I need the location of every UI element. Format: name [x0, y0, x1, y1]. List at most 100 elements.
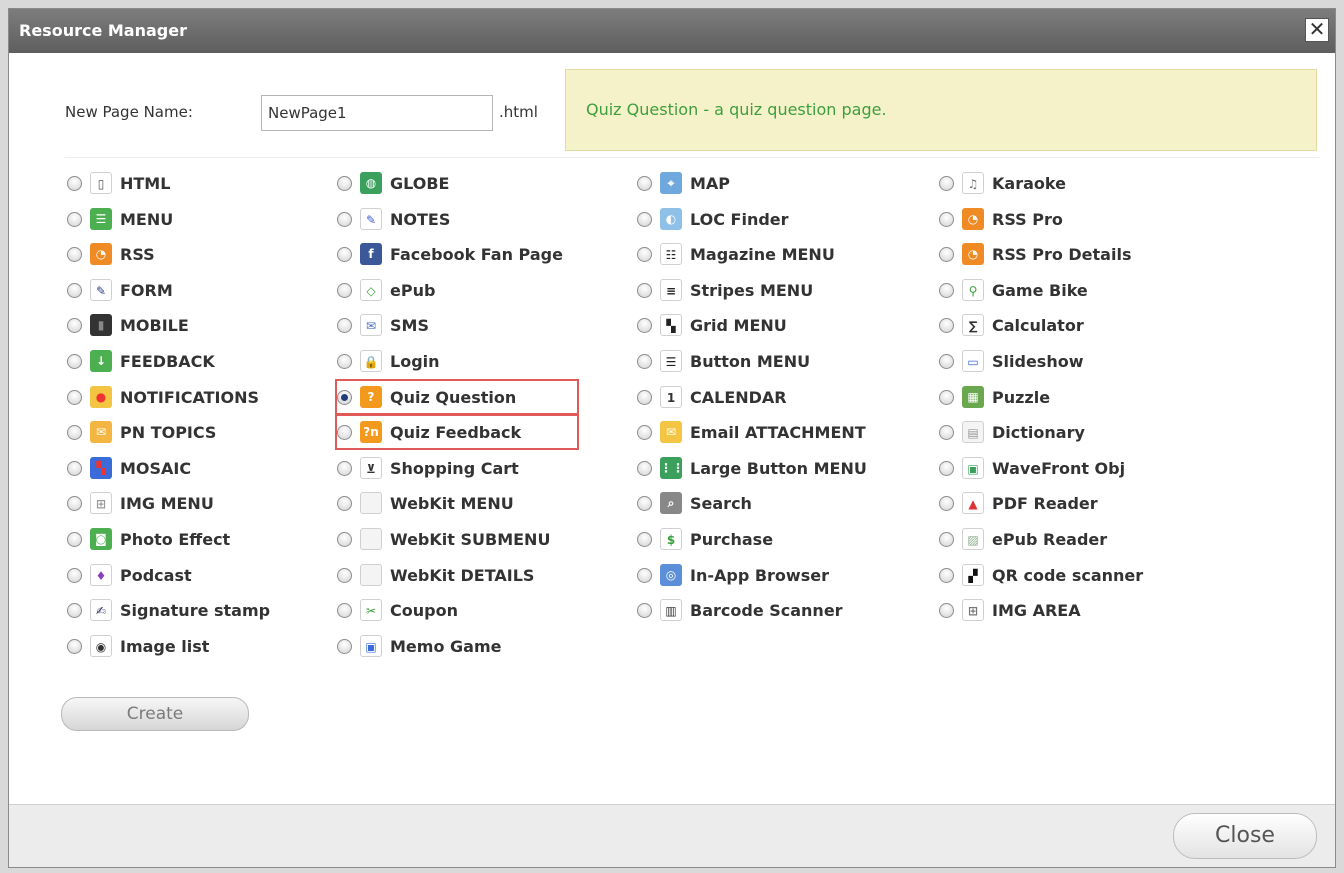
radio-button[interactable] [67, 638, 82, 654]
radio-button[interactable] [939, 317, 954, 333]
page-type-option[interactable]: ✉ Email ATTACHMENT [637, 416, 927, 448]
page-type-option[interactable]: ⌖ MAP [637, 167, 927, 199]
page-type-option[interactable]: WebKit DETAILS [337, 559, 627, 591]
radio-button[interactable] [939, 424, 954, 440]
page-type-option[interactable]: ≡ Stripes MENU [637, 274, 927, 306]
page-type-option[interactable]: ▥ Barcode Scanner [637, 594, 927, 626]
page-type-option[interactable]: ☷ Magazine MENU [637, 238, 927, 270]
page-type-option[interactable]: ◍ GLOBE [337, 167, 627, 199]
radio-button[interactable] [637, 602, 652, 618]
create-button[interactable]: Create [61, 697, 249, 731]
radio-button[interactable] [67, 246, 82, 262]
radio-button[interactable] [637, 317, 652, 333]
page-type-option[interactable]: ✉ PN TOPICS [67, 416, 357, 448]
page-type-option[interactable]: ♦ Podcast [67, 559, 357, 591]
page-type-option[interactable]: ▲ PDF Reader [939, 487, 1229, 519]
radio-button[interactable] [337, 567, 352, 583]
radio-button[interactable] [637, 175, 652, 191]
page-type-option[interactable]: $ Purchase [637, 523, 927, 555]
page-type-option[interactable]: ▚ MOSAIC [67, 452, 357, 484]
page-type-option[interactable]: ◙ Photo Effect [67, 523, 357, 555]
radio-button[interactable] [939, 602, 954, 618]
radio-button[interactable] [67, 282, 82, 298]
page-type-option[interactable]: ▯ HTML [67, 167, 357, 199]
page-type-option[interactable]: ◔ RSS [67, 238, 357, 270]
radio-button[interactable] [939, 282, 954, 298]
page-type-option[interactable]: ◔ RSS Pro Details [939, 238, 1229, 270]
radio-button[interactable] [67, 424, 82, 440]
page-type-option[interactable]: ◐ LOC Finder [637, 203, 927, 235]
radio-button[interactable] [337, 246, 352, 262]
page-type-option[interactable]: ⊞ IMG MENU [67, 487, 357, 519]
page-type-option[interactable]: ✂ Coupon [337, 594, 627, 626]
radio-button[interactable] [637, 353, 652, 369]
radio-button[interactable] [939, 531, 954, 547]
page-type-option[interactable]: ⊻ Shopping Cart [337, 452, 627, 484]
page-type-option[interactable]: ▣ Memo Game [337, 630, 627, 662]
radio-button[interactable] [337, 638, 352, 654]
page-type-option[interactable]: ▨ ePub Reader [939, 523, 1229, 555]
radio-button[interactable] [337, 531, 352, 547]
page-type-option[interactable]: WebKit SUBMENU [337, 523, 627, 555]
page-type-option[interactable]: 🔒 Login [337, 345, 627, 377]
page-type-option[interactable]: ▞ QR code scanner [939, 559, 1229, 591]
radio-button[interactable] [637, 567, 652, 583]
radio-button[interactable] [637, 531, 652, 547]
radio-button[interactable] [337, 495, 352, 511]
page-type-option[interactable]: ✉ SMS [337, 309, 627, 341]
radio-button[interactable] [939, 460, 954, 476]
radio-button[interactable] [939, 495, 954, 511]
radio-button[interactable] [337, 175, 352, 191]
radio-button[interactable] [67, 602, 82, 618]
radio-button[interactable] [939, 353, 954, 369]
radio-button[interactable] [337, 460, 352, 476]
radio-button[interactable] [637, 246, 652, 262]
page-type-option[interactable]: ◎ In-App Browser [637, 559, 927, 591]
radio-button[interactable] [337, 317, 352, 333]
radio-button[interactable] [67, 317, 82, 333]
radio-button[interactable] [637, 460, 652, 476]
close-icon[interactable]: ✕ [1305, 18, 1329, 42]
page-type-option[interactable]: ⚲ Game Bike [939, 274, 1229, 306]
radio-button[interactable] [67, 211, 82, 227]
page-type-option[interactable]: ▣ WaveFront Obj [939, 452, 1229, 484]
radio-button[interactable] [67, 460, 82, 476]
page-type-option[interactable]: ● NOTIFICATIONS [67, 381, 357, 413]
radio-button[interactable] [637, 495, 652, 511]
radio-button[interactable] [337, 389, 352, 405]
page-type-option[interactable]: ▚ Grid MENU [637, 309, 927, 341]
page-type-option[interactable]: ♫ Karaoke [939, 167, 1229, 199]
radio-button[interactable] [637, 389, 652, 405]
radio-button[interactable] [67, 175, 82, 191]
page-type-option[interactable]: WebKit MENU [337, 487, 627, 519]
radio-button[interactable] [939, 389, 954, 405]
radio-button[interactable] [67, 353, 82, 369]
page-type-option[interactable]: ▮ MOBILE [67, 309, 357, 341]
page-type-option[interactable]: ☰ MENU [67, 203, 357, 235]
page-type-option[interactable]: ? Quiz Question [335, 379, 579, 415]
radio-button[interactable] [939, 175, 954, 191]
page-type-option[interactable]: 1 CALENDAR [637, 381, 927, 413]
radio-button[interactable] [637, 424, 652, 440]
radio-button[interactable] [337, 602, 352, 618]
page-type-option[interactable]: f Facebook Fan Page [337, 238, 627, 270]
radio-button[interactable] [939, 211, 954, 227]
radio-button[interactable] [939, 246, 954, 262]
page-type-option[interactable]: ☰ Button MENU [637, 345, 927, 377]
page-type-option[interactable]: ▭ Slideshow [939, 345, 1229, 377]
page-type-option[interactable]: ∑ Calculator [939, 309, 1229, 341]
page-type-option[interactable]: ⊞ IMG AREA [939, 594, 1229, 626]
radio-button[interactable] [67, 567, 82, 583]
radio-button[interactable] [67, 531, 82, 547]
radio-button[interactable] [637, 282, 652, 298]
page-type-option[interactable]: ✎ NOTES [337, 203, 627, 235]
page-type-option[interactable]: ▤ Dictionary [939, 416, 1229, 448]
radio-button[interactable] [337, 282, 352, 298]
page-type-option[interactable]: ✎ FORM [67, 274, 357, 306]
page-type-option[interactable]: ✍ Signature stamp [67, 594, 357, 626]
close-button[interactable]: Close [1173, 813, 1317, 859]
page-type-option[interactable]: ◔ RSS Pro [939, 203, 1229, 235]
page-type-option[interactable]: ⌕ Search [637, 487, 927, 519]
page-name-input[interactable] [261, 95, 493, 131]
page-type-option[interactable]: ?n Quiz Feedback [335, 414, 579, 450]
